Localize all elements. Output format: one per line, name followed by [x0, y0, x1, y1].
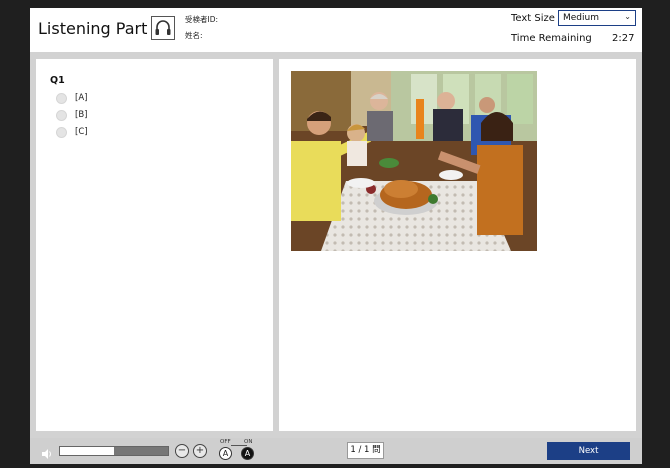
page-indicator: 1 / 1 問	[347, 442, 384, 459]
test-screen: Listening Part A 受検者ID: 姓名: Text Size Me…	[30, 8, 642, 464]
choice-label: [C]	[75, 127, 88, 137]
question-number: Q1	[50, 75, 65, 86]
choice-c[interactable]: [C]	[56, 126, 88, 138]
radio-button[interactable]	[56, 92, 67, 104]
speaker-icon	[41, 445, 53, 459]
headphones-icon	[151, 16, 175, 40]
chevron-down-icon: ⌄	[624, 12, 631, 21]
text-size-value: Medium	[563, 13, 599, 23]
volume-slider[interactable]	[59, 446, 169, 456]
footer-bar: − + OFF ON A A 1 / 1 問 Next	[30, 438, 642, 464]
volume-down-button[interactable]: −	[175, 444, 189, 458]
furigana-off-button[interactable]: A	[219, 447, 232, 460]
image-panel	[279, 59, 636, 431]
choice-label: [A]	[75, 93, 88, 103]
choice-a[interactable]: [A]	[56, 92, 87, 104]
time-remaining-value: 2:27	[612, 33, 635, 44]
time-remaining-label: Time Remaining	[511, 33, 592, 44]
radio-button[interactable]	[56, 126, 67, 138]
next-button[interactable]: Next	[547, 442, 630, 460]
furigana-on-button[interactable]: A	[241, 447, 254, 460]
furigana-off-label: OFF	[220, 439, 231, 445]
header-bar: Listening Part A 受検者ID: 姓名: Text Size Me…	[30, 8, 642, 52]
choice-b[interactable]: [B]	[56, 109, 87, 121]
volume-slider-fill	[60, 447, 114, 455]
question-panel: Q1 [A] [B] [C]	[36, 59, 273, 431]
family-dinner-photo	[291, 71, 537, 251]
volume-up-button[interactable]: +	[193, 444, 207, 458]
examinee-name-label: 姓名:	[185, 31, 203, 40]
choice-label: [B]	[75, 110, 88, 120]
text-size-label: Text Size	[511, 13, 555, 24]
text-size-select[interactable]: Medium ⌄	[558, 10, 636, 26]
section-title: Listening Part A	[38, 19, 164, 38]
radio-button[interactable]	[56, 109, 67, 121]
examinee-id-label: 受検者ID:	[185, 15, 219, 24]
furigana-toggle-line	[231, 445, 247, 446]
